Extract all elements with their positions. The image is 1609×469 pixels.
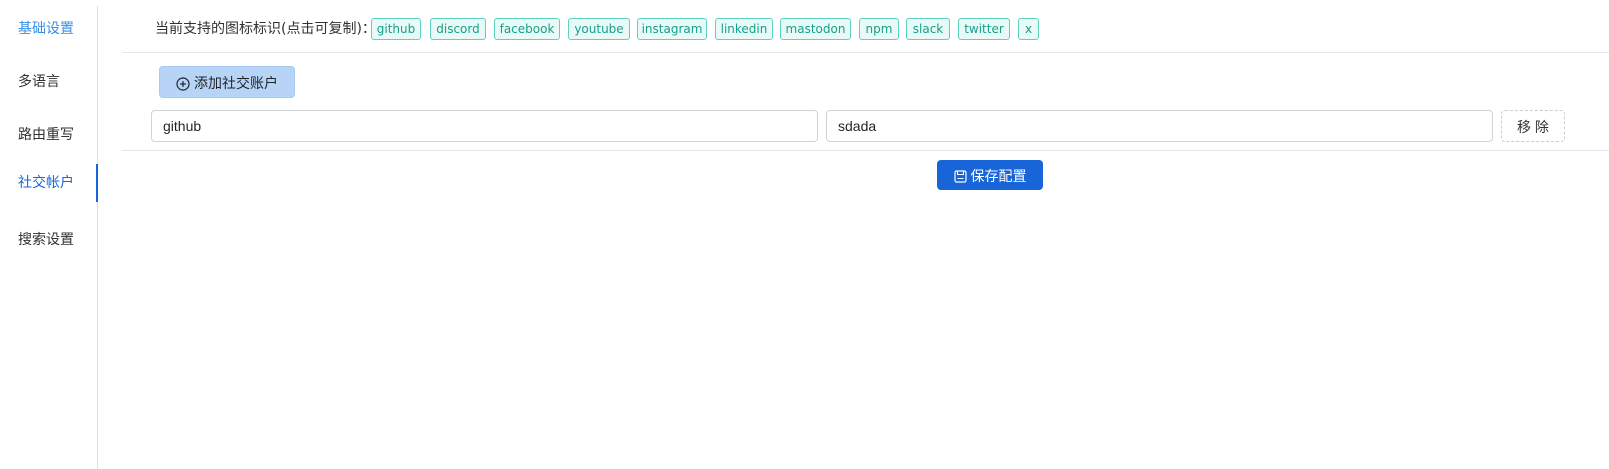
sidebar-item-basic-settings[interactable]: 基础设置: [0, 10, 98, 48]
tag-facebook[interactable]: facebook: [494, 18, 560, 40]
tag-slack[interactable]: slack: [906, 18, 950, 40]
plus-circle-icon: [176, 71, 190, 101]
sidebar-item-social-accounts[interactable]: 社交帐户: [0, 164, 98, 202]
save-icon: [953, 164, 967, 192]
add-social-account-button[interactable]: 添加社交账户: [159, 66, 295, 98]
tag-npm[interactable]: npm: [859, 18, 899, 40]
app: 基础设置 多语言 路由重写 社交帐户 搜索设置 当前支持的图标标识(点击可复制)…: [0, 0, 1609, 469]
tag-instagram[interactable]: instagram: [637, 18, 707, 40]
main-content: 当前支持的图标标识(点击可复制)： github discord faceboo…: [122, 0, 1609, 469]
tag-youtube[interactable]: youtube: [568, 18, 630, 40]
save-config-button[interactable]: 保存配置: [937, 160, 1043, 190]
supported-icons-label: 当前支持的图标标识(点击可复制)：: [155, 21, 376, 37]
sidebar-item-multilingual[interactable]: 多语言: [0, 63, 98, 101]
save-config-label: 保存配置: [970, 168, 1027, 184]
sidebar-item-route-rewrite[interactable]: 路由重写: [0, 116, 98, 154]
sidebar: 基础设置 多语言 路由重写 社交帐户 搜索设置: [0, 6, 98, 469]
tag-twitter[interactable]: twitter: [958, 18, 1010, 40]
social-link-input[interactable]: [826, 110, 1493, 142]
divider: [122, 150, 1609, 151]
add-social-account-label: 添加社交账户: [194, 75, 278, 91]
social-platform-input[interactable]: [151, 110, 818, 142]
tag-linkedin[interactable]: linkedin: [715, 18, 773, 40]
tag-mastodon[interactable]: mastodon: [780, 18, 851, 40]
supported-icons-bar: 当前支持的图标标识(点击可复制)： github discord faceboo…: [122, 0, 1609, 53]
tag-x[interactable]: x: [1018, 18, 1039, 40]
tag-discord[interactable]: discord: [430, 18, 486, 40]
tag-github[interactable]: github: [371, 18, 421, 40]
sidebar-item-search-settings[interactable]: 搜索设置: [0, 221, 98, 259]
remove-button[interactable]: 移 除: [1501, 110, 1565, 142]
